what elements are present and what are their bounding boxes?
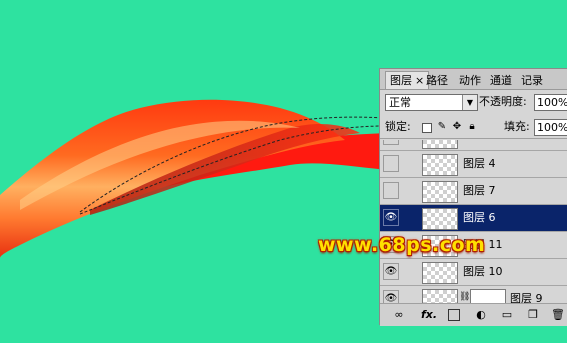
layer-row[interactable]: 👁︎ 图层 11 [380, 232, 567, 259]
layer-list: 图层 4 图层 7 👁︎ 图层 6 👁︎ 图层 11 👁︎ 图层 10 👁︎ ⛓… [380, 140, 567, 303]
fill-field[interactable]: 100% [534, 119, 567, 136]
blend-mode-select[interactable]: 正常 ▼ [385, 94, 478, 111]
layers-panel: 图层 × 路径 动作 通道 记录 正常 ▼ 不透明度: 100% 锁定: ✎ ✥ … [379, 68, 567, 326]
layer-row[interactable]: 图层 4 [380, 151, 567, 178]
lock-row: 锁定: ✎ ✥ 🔒︎ 填充: 100% [380, 116, 567, 139]
mask-icon[interactable] [448, 309, 460, 321]
layer-thumbnail [422, 208, 458, 230]
layer-thumbnail [422, 181, 458, 203]
adjustment-icon[interactable]: ◐ [474, 308, 488, 322]
tab-paths[interactable]: 路径 [426, 72, 448, 89]
panel-bottom-bar: ∞ fx. ◐ ▭ ❐ 🗑︎ [380, 303, 567, 326]
chevron-down-icon[interactable]: ▼ [462, 95, 477, 110]
layer-thumbnail [422, 154, 458, 176]
layer-name: 图层 10 [463, 265, 503, 278]
eye-icon[interactable]: 👁︎ [383, 236, 399, 253]
trash-icon[interactable]: 🗑︎ [551, 308, 565, 322]
new-layer-icon[interactable]: ❐ [526, 308, 540, 322]
eye-icon[interactable]: 👁︎ [383, 290, 399, 303]
layer-thumbnail [422, 235, 458, 257]
layer-row-selected[interactable]: 👁︎ 图层 6 [380, 205, 567, 232]
link-icon[interactable]: ∞ [392, 308, 406, 322]
lock-move-icon[interactable]: ✥ [452, 122, 462, 132]
layer-row[interactable]: 图层 7 [380, 178, 567, 205]
layer-row[interactable]: 👁︎ 图层 10 [380, 259, 567, 286]
visibility-toggle[interactable] [383, 155, 399, 172]
panel-tabs: 图层 × 路径 动作 通道 记录 [380, 69, 567, 90]
opacity-field[interactable]: 100% [534, 94, 567, 111]
fx-icon[interactable]: fx. [420, 308, 438, 322]
layer-thumbnail [422, 289, 458, 303]
layer-name: 图层 6 [463, 211, 496, 224]
lock-all-icon[interactable]: 🔒︎ [467, 122, 477, 132]
opacity-label: 不透明度: [479, 95, 527, 108]
visibility-toggle[interactable] [383, 182, 399, 199]
eye-icon[interactable]: 👁︎ [383, 209, 399, 226]
tab-channels[interactable]: 通道 [490, 72, 512, 89]
close-icon[interactable]: × [415, 74, 424, 87]
tab-history[interactable]: 记录 [521, 72, 543, 89]
layer-name: 图层 7 [463, 184, 496, 197]
lock-label: 锁定: [385, 120, 411, 133]
blend-row: 正常 ▼ 不透明度: 100% [380, 91, 567, 113]
layer-name: 图层 4 [463, 157, 496, 170]
visibility-toggle[interactable] [383, 140, 399, 145]
lock-brush-icon[interactable]: ✎ [437, 122, 447, 132]
layer-name: 图层 11 [463, 238, 503, 251]
chain-icon[interactable]: ⛓︎ [459, 292, 470, 302]
tab-layers-label: 图层 [390, 74, 412, 87]
fill-label: 填充: [504, 120, 530, 133]
layer-thumbnail [422, 262, 458, 284]
blend-mode-value: 正常 [389, 96, 411, 109]
tab-actions[interactable]: 动作 [459, 72, 481, 89]
layer-name: 图层 9 [510, 292, 543, 303]
tab-layers[interactable]: 图层 × [385, 71, 430, 89]
layer-thumbnail [422, 140, 458, 149]
layer-row[interactable]: 👁︎ ⛓︎ 图层 9 [380, 286, 567, 303]
folder-icon[interactable]: ▭ [500, 308, 514, 322]
layer-mask-thumbnail [470, 289, 506, 303]
eye-icon[interactable]: 👁︎ [383, 263, 399, 280]
layer-row[interactable] [380, 140, 567, 151]
lock-transparency-icon[interactable] [422, 123, 432, 133]
